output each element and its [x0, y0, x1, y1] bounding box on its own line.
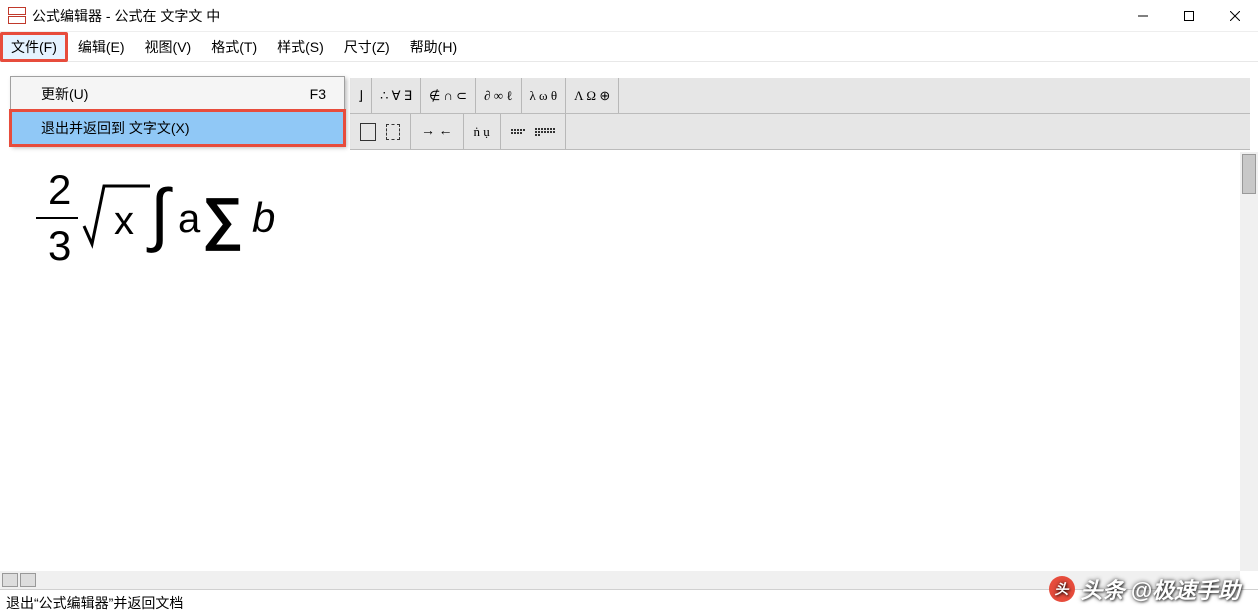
menu-edit[interactable]: 编辑(E) [68, 32, 135, 62]
sum-term: b [252, 194, 275, 241]
menu-style[interactable]: 样式(S) [267, 32, 334, 62]
equation-canvas[interactable]: 2 3 x ∫ a ∑ b [4, 152, 1250, 571]
window-controls [1120, 0, 1258, 32]
template-box-icon [360, 123, 376, 141]
fraction-denominator: 3 [48, 222, 71, 269]
dropdown-item-update[interactable]: 更新(U) F3 [11, 77, 344, 111]
watermark-brand: 头条 [1081, 573, 1125, 605]
toolbar-row-2: → ← ṅ ụ [350, 114, 1250, 150]
toolbar-group-set[interactable]: ∉ ∩ ⊂ [421, 78, 476, 113]
maximize-button[interactable] [1166, 0, 1212, 32]
app-icon [8, 7, 26, 25]
dropdown-item-shortcut: F3 [310, 86, 326, 102]
menu-file[interactable]: 文件(F) [0, 32, 68, 62]
file-dropdown: 更新(U) F3 退出并返回到 文字文(X) [10, 76, 345, 146]
fraction-numerator: 2 [48, 166, 71, 213]
dropdown-item-exit-return[interactable]: 退出并返回到 文字文(X) [11, 111, 344, 145]
formula-display: 2 3 x ∫ a ∑ b [4, 152, 1236, 290]
dropdown-item-label: 更新(U) [41, 84, 88, 104]
menu-format[interactable]: 格式(T) [201, 32, 267, 62]
vertical-scrollbar[interactable] [1240, 152, 1258, 571]
template-dashed-box-icon [386, 124, 400, 140]
toolbar-group-calc[interactable]: ∂ ∞ ℓ [476, 78, 521, 113]
watermark-logo: 头 [1049, 576, 1075, 602]
toolbar-group-template-1[interactable] [350, 114, 411, 149]
matrix-4x4-icon [535, 128, 555, 136]
title-bar: 公式编辑器 - 公式在 文字文 中 [0, 0, 1258, 32]
toolbar-group-greek-upper[interactable]: Λ Ω ⊕ [566, 78, 619, 113]
close-button[interactable] [1212, 0, 1258, 32]
toolbar-group-logic[interactable]: ∴ ∀ ∃ [372, 78, 421, 113]
matrix-3x3-icon [511, 129, 525, 134]
watermark-handle: @极速手助 [1131, 573, 1240, 605]
toolbar-group-accents[interactable]: ṅ ụ [464, 114, 501, 149]
sigma-sign: ∑ [202, 186, 243, 251]
menu-view[interactable]: 视图(V) [135, 32, 202, 62]
window-title: 公式编辑器 - 公式在 文字文 中 [32, 6, 220, 26]
dropdown-item-label: 退出并返回到 文字文(X) [41, 118, 190, 138]
scroll-left-button[interactable] [2, 573, 18, 587]
radicand: x [114, 199, 134, 243]
watermark: 头 头条 @极速手助 [1049, 573, 1240, 605]
toolbar-group-greek-lower[interactable]: λ ω θ [522, 78, 567, 113]
integral-sign: ∫ [146, 175, 173, 253]
toolbar-group-arrows[interactable]: → ← [411, 114, 464, 149]
integral-term: a [178, 197, 201, 241]
toolbar-group-matrix[interactable] [501, 114, 566, 149]
menu-bar: 文件(F) 编辑(E) 视图(V) 格式(T) 样式(S) 尺寸(Z) 帮助(H… [0, 32, 1258, 62]
accents-icon: ṅ ụ [474, 124, 490, 140]
toolbar-row-1: ⌋ ∴ ∀ ∃ ∉ ∩ ⊂ ∂ ∞ ℓ λ ω θ Λ Ω ⊕ [350, 78, 1250, 114]
symbol-toolbars: ⌋ ∴ ∀ ∃ ∉ ∩ ⊂ ∂ ∞ ℓ λ ω θ Λ Ω ⊕ → ← ṅ ụ [350, 78, 1250, 150]
scroll-right-button[interactable] [20, 573, 36, 587]
status-text: 退出“公式编辑器”并返回文档 [6, 593, 183, 613]
toolbar-group-edge[interactable]: ⌋ [350, 78, 372, 113]
minimize-button[interactable] [1120, 0, 1166, 32]
arrows-icon: → ← [421, 124, 453, 140]
scrollbar-thumb[interactable] [1242, 154, 1256, 194]
menu-size[interactable]: 尺寸(Z) [334, 32, 400, 62]
menu-help[interactable]: 帮助(H) [400, 32, 467, 62]
